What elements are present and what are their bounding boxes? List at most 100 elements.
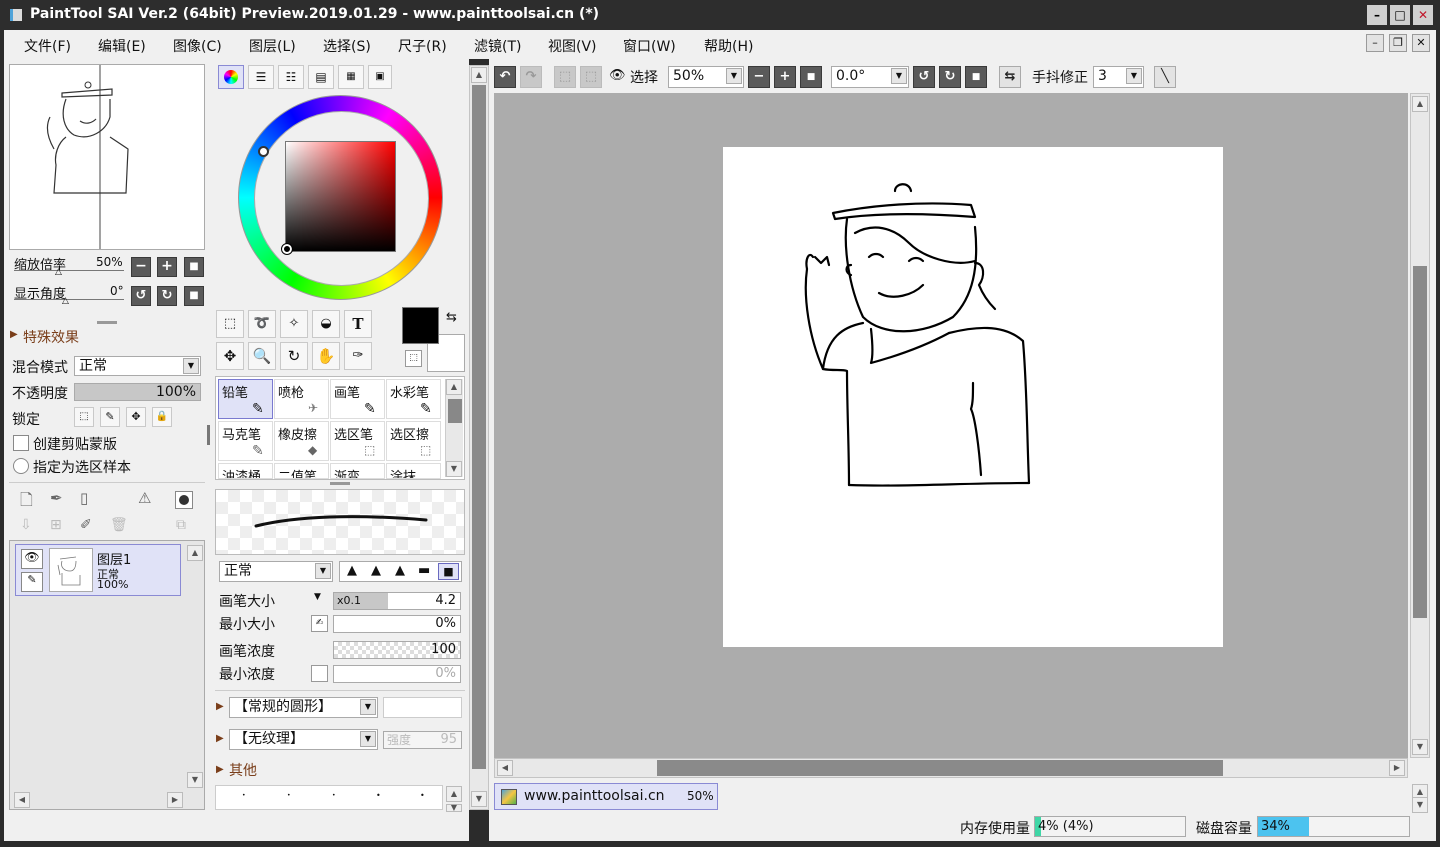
zoom-in-button[interactable]: + [157, 257, 177, 277]
delete-layer-icon[interactable]: 🗑 [110, 517, 128, 533]
brush-blend[interactable]: 涂抹 [386, 463, 441, 479]
rotate-reset-button[interactable]: ■ [184, 286, 204, 306]
minimize-button[interactable]: – [1367, 5, 1387, 25]
size-preset-1[interactable]: • [242, 792, 246, 799]
canvas-vscroll-thumb[interactable] [1413, 266, 1427, 618]
swap-colors-icon[interactable]: ⇆ [446, 310, 457, 325]
lock-all-icon[interactable]: 🔒 [152, 407, 172, 427]
new-layer-icon[interactable]: 🗋 [20, 489, 33, 516]
canvas-zoom-select[interactable]: 50% ▼ [668, 66, 744, 88]
canvas-zoom-reset-button[interactable]: ■ [800, 66, 822, 88]
menu-filter[interactable]: 滤镜(T) [474, 36, 521, 56]
close-button[interactable]: ✕ [1413, 5, 1433, 25]
flip-horizontal-icon[interactable]: ⇆ [999, 66, 1021, 88]
brush-scroll-up[interactable]: ▲ [446, 379, 462, 395]
tool-panel-scroll-up[interactable]: ▲ [471, 67, 487, 83]
doc-close-button[interactable]: ✕ [1412, 34, 1430, 52]
brush-scroll-down[interactable]: ▼ [446, 461, 462, 477]
canvas-zoom-out-button[interactable]: − [748, 66, 770, 88]
brush-paintbrush[interactable]: 画笔 [330, 379, 385, 419]
lock-transparency-icon[interactable]: ⬚ [74, 407, 94, 427]
menu-select[interactable]: 选择(S) [323, 36, 371, 56]
brush-size-slider[interactable]: x0.1 4.2 [333, 592, 461, 610]
size-preset-5[interactable]: • [420, 791, 425, 800]
brush-select-pen[interactable]: 选区笔 [330, 421, 385, 461]
effects-expand-icon[interactable]: ▶ [10, 329, 18, 340]
left-splitter[interactable] [207, 425, 210, 445]
canvas-scroll-down[interactable]: ▼ [1412, 739, 1428, 755]
zoom-tool-icon[interactable]: 🔍 [248, 342, 276, 370]
blend-mode-select[interactable]: 正常 ▼ [74, 356, 201, 376]
canvas-vertical-scrollbar[interactable]: ▲ ▼ [1410, 93, 1430, 758]
zoom-out-button[interactable]: − [131, 257, 151, 277]
canvas-rotate-left-button[interactable]: ↺ [913, 66, 935, 88]
foreground-color-swatch[interactable] [402, 307, 439, 344]
hand-icon[interactable]: ✋ [312, 342, 340, 370]
canvas-rotate-reset-button[interactable]: ■ [965, 66, 987, 88]
edge-square-icon[interactable]: ■ [438, 563, 459, 580]
menu-edit[interactable]: 编辑(E) [98, 36, 146, 56]
shape-strength-field[interactable] [383, 697, 462, 718]
edge-soft3-icon[interactable]: ▬ [418, 563, 430, 578]
angle-slider[interactable] [14, 299, 124, 300]
canvas-hscroll-thumb[interactable] [657, 760, 1223, 776]
panel-splitter[interactable] [97, 321, 117, 324]
document-tab[interactable]: www.painttoolsai.cn 50% [494, 783, 718, 810]
rgb-sliders-tab-icon[interactable]: ☰ [248, 65, 274, 89]
color-picker-handle[interactable] [281, 243, 293, 255]
undo-button[interactable]: ↶ [494, 66, 516, 88]
edge-soft1-icon[interactable]: ▲ [371, 563, 381, 578]
rotate-right-button[interactable]: ↻ [157, 286, 177, 306]
pressure-density-checkbox[interactable] [311, 665, 328, 682]
transparent-color-icon[interactable]: ⬚ [405, 350, 422, 367]
min-size-slider[interactable]: 0% [333, 615, 461, 633]
canvas-rotate-right-button[interactable]: ↻ [939, 66, 961, 88]
line-straight-icon[interactable]: ╲ [1154, 66, 1176, 88]
move-icon[interactable]: ✥ [216, 342, 244, 370]
hsv-sliders-tab-icon[interactable]: ☷ [278, 65, 304, 89]
preset-scroll-up[interactable]: ▲ [446, 786, 462, 802]
canvas-horizontal-scrollbar[interactable]: ◀ ▶ [494, 758, 1408, 778]
min-density-slider[interactable]: 0% [333, 665, 461, 683]
saturation-value-square[interactable] [285, 141, 396, 252]
layer-scroll-left[interactable]: ◀ [14, 792, 30, 808]
merge-down-icon[interactable]: ⊞ [50, 517, 62, 533]
magic-wand-icon[interactable]: ✧ [280, 310, 308, 338]
brush-airbrush[interactable]: 喷枪 [274, 379, 329, 419]
zoom-slider-thumb[interactable]: △ [55, 267, 62, 277]
drawing-canvas[interactable] [723, 147, 1223, 647]
stabilizer-select[interactable]: 3 ▼ [1093, 66, 1144, 88]
brush-eraser[interactable]: 橡皮擦 [274, 421, 329, 461]
brush-scroll-thumb[interactable] [448, 399, 462, 423]
canvas-zoom-in-button[interactable]: + [774, 66, 796, 88]
redo-button[interactable]: ↷ [520, 66, 542, 88]
brush-mode-select[interactable]: 正常 ▼ [219, 561, 333, 582]
brush-marker[interactable]: 马克笔 [218, 421, 273, 461]
canvas-scroll-up[interactable]: ▲ [1412, 96, 1428, 112]
tool-panel-scroll-down[interactable]: ▼ [471, 791, 487, 807]
swatches-tab-icon[interactable]: ▤ [308, 65, 334, 89]
other-label[interactable]: 其他 [229, 760, 257, 780]
opacity-slider[interactable]: 100% [74, 383, 201, 401]
text-tool-icon[interactable]: T [344, 310, 372, 338]
layer-pencil-icon[interactable]: ✎ [21, 572, 43, 592]
hue-picker-handle[interactable] [258, 146, 269, 157]
layer-mask-icon[interactable] [175, 491, 193, 509]
brush-select-eraser[interactable]: 选区擦 [386, 421, 441, 461]
other-expand-icon[interactable]: ▶ [216, 764, 224, 775]
scratchpad-tab-icon[interactable]: ▦ [338, 65, 364, 89]
brush-bucket[interactable]: 油漆桶 [218, 463, 273, 479]
layer-scroll-up[interactable]: ▲ [187, 545, 203, 561]
brush-shape-select[interactable]: 【常规的圆形】 ▼ [229, 697, 378, 718]
menu-image[interactable]: 图像(C) [173, 36, 222, 56]
menu-view[interactable]: 视图(V) [548, 36, 597, 56]
color-wheel-tab-icon[interactable] [218, 65, 244, 89]
lock-paint-icon[interactable]: ✎ [100, 407, 120, 427]
brush-grid-scrollbar[interactable]: ▲ ▼ [445, 379, 463, 477]
rotate-tool-icon[interactable]: ↻ [280, 342, 308, 370]
tool-panel-scroll-thumb[interactable] [472, 85, 486, 769]
new-vector-layer-icon[interactable]: ✒ [50, 489, 63, 507]
clear-layer-icon[interactable]: ✐ [80, 517, 92, 533]
layer-scroll-down[interactable]: ▼ [187, 772, 203, 788]
size-preset-2[interactable]: • [287, 792, 291, 799]
